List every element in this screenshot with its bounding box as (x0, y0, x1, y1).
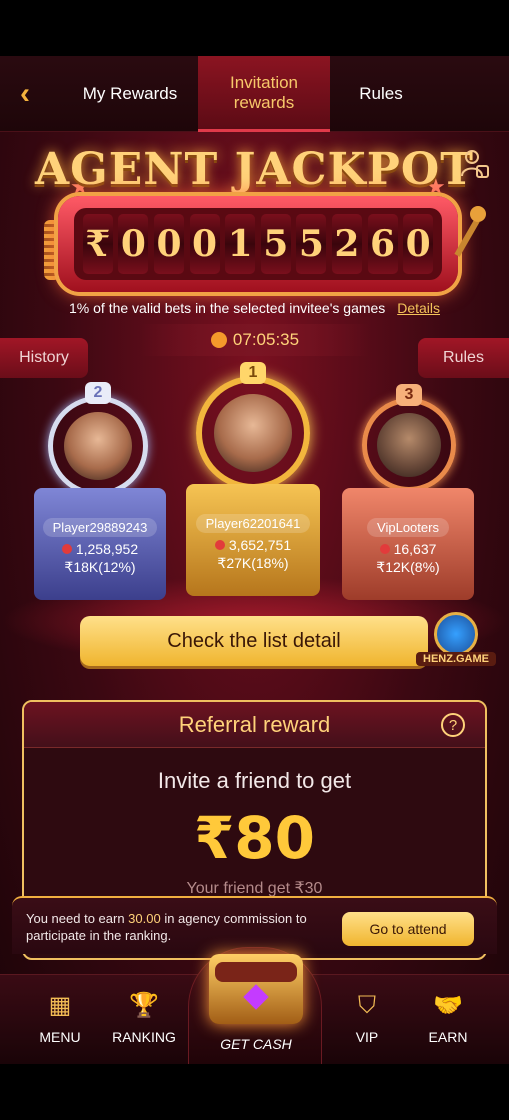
nav-earn[interactable]: 🤝 EARN (408, 989, 488, 1045)
bottom-navigation: ▦ MENU 🏆 RANKING GET CASH ⛉ VIP 🤝 EARN (0, 947, 509, 1064)
referral-header: Referral reward ? (24, 702, 485, 748)
slot-lever-icon (454, 206, 486, 257)
top-navigation-bar: ‹ My Rewards Invitation rewards Rules (0, 56, 509, 132)
player-reward: ₹18K(12%) (64, 559, 136, 575)
check-list-detail-label: Check the list detail (167, 629, 341, 652)
rules-side-button-label: Rules (443, 349, 484, 366)
tab-rules[interactable]: Rules (336, 56, 426, 132)
jackpot-digits: ₹ 0 0 0 1 5 5 2 6 0 (74, 208, 442, 280)
countdown-timer: 07:05:35 (140, 324, 370, 356)
jackpot-counter: ₹ 0 0 0 1 5 5 2 6 0 (58, 196, 458, 292)
nav-vip[interactable]: ⛉ VIP (327, 989, 407, 1045)
nav-get-cash-label: GET CASH (220, 1036, 292, 1052)
score-icon (379, 544, 390, 554)
history-button[interactable]: History (0, 338, 88, 378)
player-score-value: 16,637 (393, 541, 437, 557)
check-list-detail-button[interactable]: Check the list detail (80, 616, 428, 666)
trophy-icon: 🏆 (129, 992, 159, 1019)
notice-text: You need to earn 30.00 in agency commiss… (26, 910, 326, 944)
jackpot-title: AGENT JACKPOT (35, 144, 474, 195)
jackpot-digit: 0 (153, 214, 184, 274)
jackpot-currency-symbol: ₹ (82, 214, 113, 274)
referral-title: Referral reward (178, 711, 331, 737)
referral-invite-text: Invite a friend to get (157, 768, 352, 793)
jackpot-description: 1% of the valid bets in the selected inv… (0, 300, 509, 316)
jackpot-digit: 5 (260, 214, 291, 274)
rank-1-number: 1 (240, 362, 266, 384)
jackpot-digit: 5 (296, 214, 327, 274)
tab-my-rewards-label: My Rewards (82, 84, 178, 103)
rules-side-button[interactable]: Rules (418, 338, 509, 378)
player-score: 1,258,952 (61, 541, 139, 557)
jackpot-digit: 0 (189, 214, 220, 274)
player-reward: ₹27K(18%) (217, 555, 289, 571)
countdown-value: 07:05:35 (232, 330, 300, 349)
player-reward: ₹12K(8%) (376, 559, 440, 575)
player-score: 16,637 (379, 541, 437, 557)
brand-badge-text: HENZ.GAME (416, 652, 496, 666)
history-button-label: History (19, 349, 69, 366)
jackpot-digit: 2 (331, 214, 362, 274)
go-to-attend-label: Go to attend (369, 921, 447, 937)
nav-vip-label: VIP (355, 1029, 379, 1045)
nav-ranking-label: RANKING (112, 1029, 176, 1045)
nav-ranking[interactable]: 🏆 RANKING (104, 989, 184, 1045)
telegram-icon (434, 612, 478, 656)
treasure-chest-icon (209, 954, 303, 1024)
henz-game-support-badge[interactable]: HENZ.GAME (416, 612, 496, 672)
player-score: 3,652,751 (214, 537, 292, 553)
player-score-value: 1,258,952 (75, 541, 139, 557)
nav-menu-label: MENU (39, 1029, 81, 1045)
rank-1-avatar: 1 (196, 362, 310, 490)
details-link[interactable]: Details (397, 300, 440, 316)
podium-rank-2: Player29889243 1,258,952 ₹18K(12%) (34, 488, 166, 600)
tab-invitation-rewards-label: Invitation rewards (229, 72, 299, 112)
agent-profile-icon[interactable] (460, 148, 490, 180)
jackpot-digit: 0 (118, 214, 149, 274)
rank-3-avatar: 3 (362, 384, 456, 492)
referral-friend-reward: Your friend get ₹30 (186, 880, 323, 897)
nav-get-cash[interactable]: GET CASH (188, 947, 322, 1064)
go-to-attend-button[interactable]: Go to attend (342, 912, 474, 946)
podium-rank-3: VipLooters 16,637 ₹12K(8%) (342, 488, 474, 600)
back-arrow-icon[interactable]: ‹ (20, 79, 46, 109)
ranking-requirement-notice: You need to earn 30.00 in agency commiss… (12, 896, 497, 954)
jackpot-digit: 6 (367, 214, 398, 274)
nav-menu[interactable]: ▦ MENU (20, 989, 100, 1045)
jackpot-digit: 1 (225, 214, 256, 274)
referral-amount: ₹80 (193, 804, 316, 872)
notice-prefix: You need to earn (26, 911, 129, 926)
vip-shield-icon: ⛉ (358, 992, 376, 1019)
tab-my-rewards[interactable]: My Rewards (66, 56, 194, 132)
player-name: VipLooters (367, 518, 449, 537)
podium-rank-1: Player62201641 3,652,751 ₹27K(18%) (186, 484, 320, 596)
rank-3-number: 3 (396, 384, 422, 406)
score-icon (61, 544, 72, 554)
handshake-icon: 🤝 (433, 992, 463, 1019)
player-name: Player62201641 (195, 514, 311, 533)
rank-2-number: 2 (85, 382, 111, 404)
nav-earn-label: EARN (428, 1029, 468, 1045)
jackpot-description-text: 1% of the valid bets in the selected inv… (69, 300, 386, 316)
tab-rules-label: Rules (359, 84, 403, 103)
menu-grid-icon: ▦ (48, 992, 72, 1019)
help-icon[interactable]: ? (441, 713, 465, 737)
notice-amount: 30.00 (128, 911, 161, 926)
alarm-clock-icon (210, 332, 227, 348)
player-name: Player29889243 (42, 518, 158, 537)
score-icon (214, 540, 225, 550)
player-score-value: 3,652,751 (228, 537, 292, 553)
jackpot-digit: 0 (403, 214, 434, 274)
tab-invitation-rewards[interactable]: Invitation rewards (198, 56, 330, 132)
rank-2-avatar: 2 (48, 382, 148, 496)
invitation-rewards-screen: ‹ My Rewards Invitation rewards Rules ★ … (0, 56, 509, 1064)
